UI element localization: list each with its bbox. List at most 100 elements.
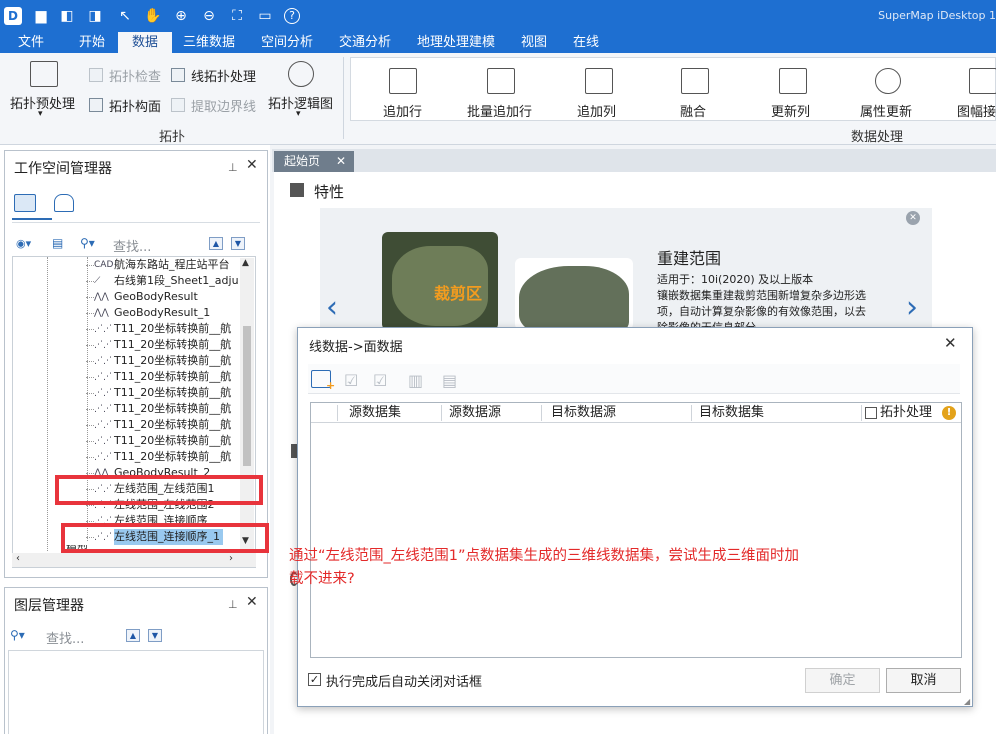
extract-boundary-button[interactable]: 提取边界线 xyxy=(191,96,256,115)
full-extent-icon[interactable]: ⛶ xyxy=(228,7,246,25)
append-column-icon[interactable] xyxy=(585,68,613,94)
select-pointer-icon[interactable]: ↖ xyxy=(116,7,134,25)
menu-start[interactable]: 开始 xyxy=(64,32,120,53)
search-next-button[interactable]: ▼ xyxy=(148,629,162,642)
forward-icon[interactable]: ◨ xyxy=(86,7,104,25)
tree-connector xyxy=(86,345,94,346)
search-prev-button[interactable]: ▲ xyxy=(126,629,140,642)
scrollbar-thumb[interactable] xyxy=(243,326,251,466)
layer-view-icon[interactable]: ◉▾ xyxy=(16,237,31,250)
close-icon[interactable]: ✕ xyxy=(246,157,258,173)
menu-online[interactable]: 在线 xyxy=(564,32,608,53)
column-target-datasource[interactable]: 目标数据源 xyxy=(551,403,616,423)
pin-icon[interactable]: ⊥ xyxy=(228,598,238,611)
tree-item[interactable]: 右线第1段_Sheet1_adju xyxy=(114,273,239,289)
carousel-prev-icon[interactable]: ‹ xyxy=(326,288,338,328)
batch-settings-icon[interactable]: ▤ xyxy=(442,371,457,390)
layer-list xyxy=(8,650,264,734)
column-source-datasource[interactable]: 源数据源 xyxy=(449,403,501,423)
menu-view[interactable]: 视图 xyxy=(512,32,556,53)
zoom-out-icon[interactable]: ⊖ xyxy=(200,7,218,25)
workspace-search-input[interactable]: 查找... xyxy=(113,236,151,255)
auto-close-checkbox[interactable]: ✓ xyxy=(308,673,321,686)
tree-item[interactable]: T11_20坐标转换前__航 xyxy=(114,433,231,449)
carousel-next-icon[interactable]: › xyxy=(906,288,918,328)
tree-item[interactable]: T11_20坐标转换前__航 xyxy=(114,321,231,337)
update-column-icon[interactable] xyxy=(779,68,807,94)
save-icon[interactable]: ▆ xyxy=(32,7,50,25)
search-icon: ⚲▾ xyxy=(80,236,95,250)
start-page-tab[interactable]: 起始页 ✕ xyxy=(274,151,354,172)
line-topo-process-button[interactable]: 线拓扑处理 xyxy=(191,66,256,85)
tree-item[interactable]: GeoBodyResult_1 xyxy=(114,305,210,321)
column-source-dataset[interactable]: 源数据集 xyxy=(349,403,401,423)
workspace-tab-icon[interactable] xyxy=(14,194,36,212)
tree-item[interactable]: T11_20坐标转换前__航 xyxy=(114,417,231,433)
feature-card-title: 重建范围 xyxy=(657,249,722,268)
dissolve-icon[interactable] xyxy=(681,68,709,94)
tree-item[interactable]: GeoBodyResult xyxy=(114,289,198,305)
attribute-update-icon[interactable] xyxy=(875,68,901,94)
append-row-button[interactable]: 追加行 xyxy=(383,101,422,120)
chevron-down-icon[interactable]: ▾ xyxy=(296,109,301,119)
update-column-button[interactable]: 更新列 xyxy=(771,101,810,120)
column-target-dataset[interactable]: 目标数据集 xyxy=(699,403,764,423)
dialog-toolbar xyxy=(308,364,960,394)
scroll-right-icon[interactable]: › xyxy=(229,553,233,564)
search-prev-button[interactable]: ▲ xyxy=(209,237,223,250)
tree-item[interactable]: T11_20坐标转换前__航 xyxy=(114,449,231,465)
append-column-button[interactable]: 追加列 xyxy=(577,101,616,120)
menu-data[interactable]: 数据 xyxy=(118,32,172,53)
topo-check-icon xyxy=(89,68,103,82)
topo-preprocess-icon[interactable] xyxy=(30,61,58,87)
search-next-button[interactable]: ▼ xyxy=(231,237,245,250)
help-icon[interactable]: ? xyxy=(284,8,300,24)
tree-connector xyxy=(86,361,94,362)
cancel-button[interactable]: 取消 xyxy=(886,668,961,693)
batch-append-row-button[interactable]: 批量追加行 xyxy=(467,101,532,120)
ok-button[interactable]: 确定 xyxy=(805,668,880,693)
topo-process-checkbox[interactable] xyxy=(865,407,877,419)
resize-grip-icon[interactable]: ◢ xyxy=(964,697,970,706)
tree-item[interactable]: T11_20坐标转换前__航 xyxy=(114,369,231,385)
topo-logic-graph-icon[interactable] xyxy=(288,61,314,87)
scroll-up-icon[interactable]: ▲ xyxy=(242,258,249,268)
topo-check-button[interactable]: 拓扑检查 xyxy=(109,66,161,85)
menu-3d-data[interactable]: 三维数据 xyxy=(176,32,242,53)
open-folder-icon[interactable]: ▭ xyxy=(256,7,274,25)
map-sheet-join-button[interactable]: 图幅接 xyxy=(957,101,996,120)
select-all-icon[interactable]: ☑ xyxy=(344,371,358,390)
menu-traffic-analysis[interactable]: 交通分析 xyxy=(332,32,398,53)
layer-search-input[interactable]: 查找... xyxy=(46,628,84,647)
build-polygon-button[interactable]: 拓扑构面 xyxy=(109,96,161,115)
menu-file[interactable]: 文件 xyxy=(4,32,58,53)
back-icon[interactable]: ◧ xyxy=(58,7,76,25)
tree-item[interactable]: T11_20坐标转换前__航 xyxy=(114,385,231,401)
close-icon[interactable]: ✕ xyxy=(906,211,920,225)
online-resource-icon[interactable] xyxy=(54,194,74,212)
scroll-left-icon[interactable]: ‹ xyxy=(16,553,20,564)
append-row-icon[interactable] xyxy=(389,68,417,94)
menu-spatial-analysis[interactable]: 空间分析 xyxy=(254,32,320,53)
tree-h-scrollbar[interactable] xyxy=(12,553,256,567)
close-icon[interactable]: ✕ xyxy=(944,334,957,352)
chevron-down-icon[interactable]: ▾ xyxy=(38,109,43,119)
attribute-update-button[interactable]: 属性更新 xyxy=(860,101,912,120)
invert-select-icon[interactable]: ☑ xyxy=(373,371,387,390)
close-icon[interactable]: ✕ xyxy=(246,594,258,610)
dissolve-button[interactable]: 融合 xyxy=(680,101,706,120)
pan-hand-icon[interactable]: ✋ xyxy=(144,7,162,25)
menu-geoprocessing[interactable]: 地理处理建模 xyxy=(410,32,502,53)
close-icon[interactable]: ✕ xyxy=(336,151,346,172)
document-icon[interactable]: ▤ xyxy=(52,236,63,250)
tree-item[interactable]: T11_20坐标转换前__航 xyxy=(114,401,231,417)
line3d-dataset-icon: ⋰⋰ xyxy=(94,452,112,462)
zoom-in-icon[interactable]: ⊕ xyxy=(172,7,190,25)
delete-icon[interactable]: ▥ xyxy=(408,371,423,390)
tree-item[interactable]: T11_20坐标转换前__航 xyxy=(114,337,231,353)
pin-icon[interactable]: ⊥ xyxy=(228,161,238,174)
tree-item[interactable]: 航海东路站_程庄站平台 xyxy=(114,257,230,273)
map-sheet-join-icon[interactable] xyxy=(969,68,996,94)
tree-item[interactable]: T11_20坐标转换前__航 xyxy=(114,353,231,369)
batch-append-row-icon[interactable] xyxy=(487,68,515,94)
